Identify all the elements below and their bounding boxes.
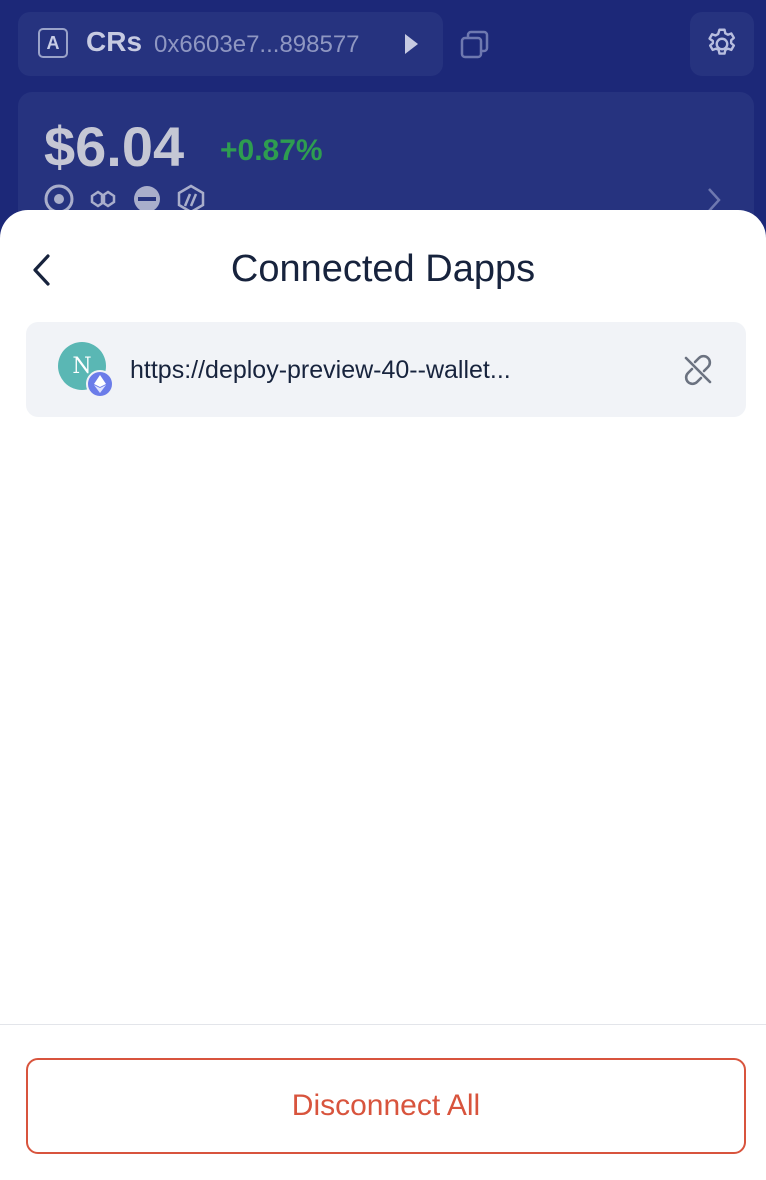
ethereum-icon [86,370,114,398]
copy-icon[interactable] [460,30,490,60]
footer-divider [0,1024,766,1025]
account-address: 0x6603e7...898577 [154,31,360,58]
connected-dapps-sheet: Connected Dapps N https://deploy-preview… [0,210,766,1180]
dapp-list-item[interactable]: N https://deploy-preview-40--wallet... [26,322,746,417]
account-badge: A [38,28,68,58]
settings-button[interactable] [690,12,754,76]
account-name: CRs [86,26,143,57]
page-title: Connected Dapps [230,248,536,290]
account-selector[interactable]: A CRs 0x6603e7...898577 [18,12,443,76]
total-balance: $6.04 [44,115,185,178]
disconnect-all-button[interactable]: Disconnect All [26,1058,746,1154]
play-arrow-icon [405,34,418,54]
balance-change: +0.87% [220,134,323,167]
gear-icon [708,28,736,55]
dapp-url: https://deploy-preview-40--wallet... [130,356,511,384]
unlink-icon[interactable] [680,352,716,388]
